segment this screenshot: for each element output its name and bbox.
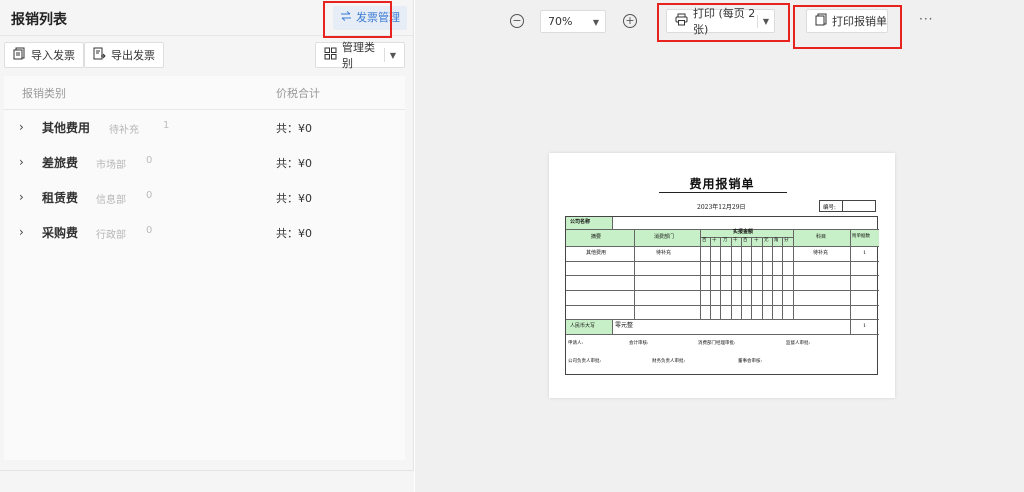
rmb-uppercase-value: 零元整 — [615, 322, 634, 329]
row-category-name: 其他费用 — [42, 121, 91, 135]
chevron-right-icon[interactable]: › — [19, 190, 24, 204]
row-department: 待补充 — [109, 125, 139, 136]
column-header-category: 报销类别 — [22, 87, 66, 100]
import-invoice-button[interactable]: 导入发票 — [4, 42, 84, 68]
digit-header: 万 — [723, 238, 728, 243]
table-row[interactable]: › 差旅费 市场部 0 共：¥0 — [4, 149, 405, 179]
row-department: 信息部 — [96, 195, 126, 206]
chevron-right-icon[interactable]: › — [19, 120, 24, 134]
expense-claim-document: 费用报销单 2023年12月29日 编号: 公司名称 摘要 消费部门 实报金额 … — [549, 153, 895, 398]
export-invoice-label: 导出发票 — [111, 49, 155, 62]
import-invoice-label: 导入发票 — [31, 49, 75, 62]
zoom-select[interactable]: 70% ▼ — [540, 10, 606, 33]
digit-header: 百 — [702, 238, 707, 243]
chevron-down-icon: ▼ — [592, 18, 599, 27]
row1-subject: 待补充 — [813, 250, 829, 256]
document-date: 2023年12月29日 — [697, 204, 746, 211]
header-divider — [4, 109, 405, 110]
digit-header: 元 — [764, 238, 769, 243]
accounting-sign: 会计审核: — [629, 341, 649, 346]
row-category-name: 租赁费 — [42, 191, 79, 205]
attachments-header: 附单据数 — [852, 234, 870, 239]
highlight-box — [657, 3, 790, 42]
list-toolbar: 导入发票 导出发票 管理类别 ▼ — [0, 41, 414, 70]
reimbursement-list-panel: 报销列表 发票管理 导入发票 导出发票 管理类别 ▼ 报销类别 价税合计 › 其… — [0, 0, 414, 492]
manage-category-label: 管理类别 — [342, 41, 375, 70]
row-count: 0 — [146, 155, 153, 166]
row-category-name: 采购费 — [42, 226, 79, 240]
app-window: 报销列表 发票管理 导入发票 导出发票 管理类别 ▼ 报销类别 价税合计 › 其… — [0, 0, 1024, 492]
row-count: 0 — [146, 190, 153, 201]
zoom-value: 70% — [548, 15, 573, 28]
column-header-total: 价税合计 — [276, 87, 320, 100]
zoom-out-icon[interactable]: − — [510, 14, 524, 28]
table-row[interactable]: › 租赁费 信息部 0 共：¥0 — [4, 184, 405, 214]
export-invoice-button[interactable]: 导出发票 — [84, 42, 164, 68]
row-total: 共：¥0 — [276, 192, 312, 205]
summary-header: 摘要 — [591, 234, 602, 240]
export-icon — [93, 47, 106, 63]
company-head-sign: 公司负责人审批: — [568, 359, 602, 364]
reimbursement-table: 报销类别 价税合计 › 其他费用 待补充 1 共：¥0 › 差旅费 市场部 0 … — [4, 76, 405, 460]
digit-header: 百 — [743, 238, 748, 243]
row-count: 0 — [146, 225, 153, 236]
panel-title: 报销列表 — [11, 12, 67, 28]
table-row[interactable]: › 采购费 行政部 0 共：¥0 — [4, 219, 405, 249]
zoom-in-icon[interactable]: + — [623, 14, 637, 28]
chevron-right-icon[interactable]: › — [19, 155, 24, 169]
digit-header: 分 — [784, 238, 789, 243]
chevron-right-icon[interactable]: › — [19, 225, 24, 239]
more-icon[interactable]: ··· — [919, 12, 933, 26]
manage-category-button[interactable]: 管理类别 ▼ — [315, 41, 405, 70]
row-category-name: 差旅费 — [42, 156, 79, 170]
import-icon — [13, 47, 26, 63]
table-row[interactable]: › 其他费用 待补充 1 共：¥0 — [4, 114, 405, 144]
document-number-label: 编号: — [823, 205, 836, 211]
row-department: 市场部 — [96, 160, 126, 171]
row1-department: 待补充 — [656, 250, 672, 256]
row-total: 共：¥0 — [276, 122, 312, 135]
total-attachments: 1 — [863, 323, 867, 329]
amount-header: 实报金额 — [733, 229, 754, 235]
expense-table: 公司名称 摘要 消费部门 实报金额 百 十 万 千 百 十 元 角 分 科目 附… — [565, 216, 879, 375]
department-header: 消费部门 — [654, 234, 675, 240]
split-divider — [384, 48, 385, 62]
digit-header: 角 — [774, 238, 779, 243]
document-title: 费用报销单 — [689, 177, 755, 191]
row-department: 行政部 — [96, 230, 126, 241]
board-review-sign: 董事会审核: — [738, 359, 763, 364]
document-number-box: 编号: — [819, 200, 876, 212]
row-total: 共：¥0 — [276, 227, 312, 240]
highlight-box — [793, 5, 902, 49]
row-count: 1 — [163, 120, 170, 131]
highlight-box — [323, 1, 392, 38]
grid-icon — [324, 47, 337, 63]
row1-summary: 其他费用 — [586, 250, 607, 256]
rmb-uppercase-label: 人民币大写 — [570, 323, 596, 329]
dept-manager-sign: 消费部门经理审批: — [698, 341, 736, 346]
digit-header: 千 — [733, 238, 738, 243]
panel-footer — [0, 470, 414, 492]
row1-attachments: 1 — [863, 250, 867, 256]
supervisor-sign: 监督人审批: — [786, 341, 811, 346]
finance-head-sign: 财务负责人审批: — [652, 359, 686, 364]
subject-header: 科目 — [816, 234, 827, 240]
chevron-down-icon[interactable]: ▼ — [390, 51, 396, 60]
digit-header: 十 — [712, 238, 717, 243]
applicant-sign: 申请人: — [568, 341, 584, 346]
digit-header: 十 — [754, 238, 759, 243]
print-preview-panel: − 70% ▼ + 打印 (每页 2 张) ▼ 打印报销单 ··· 费用报销单 — [415, 0, 1024, 492]
row-total: 共：¥0 — [276, 157, 312, 170]
company-name-label: 公司名称 — [570, 219, 591, 225]
title-underline — [659, 192, 787, 193]
